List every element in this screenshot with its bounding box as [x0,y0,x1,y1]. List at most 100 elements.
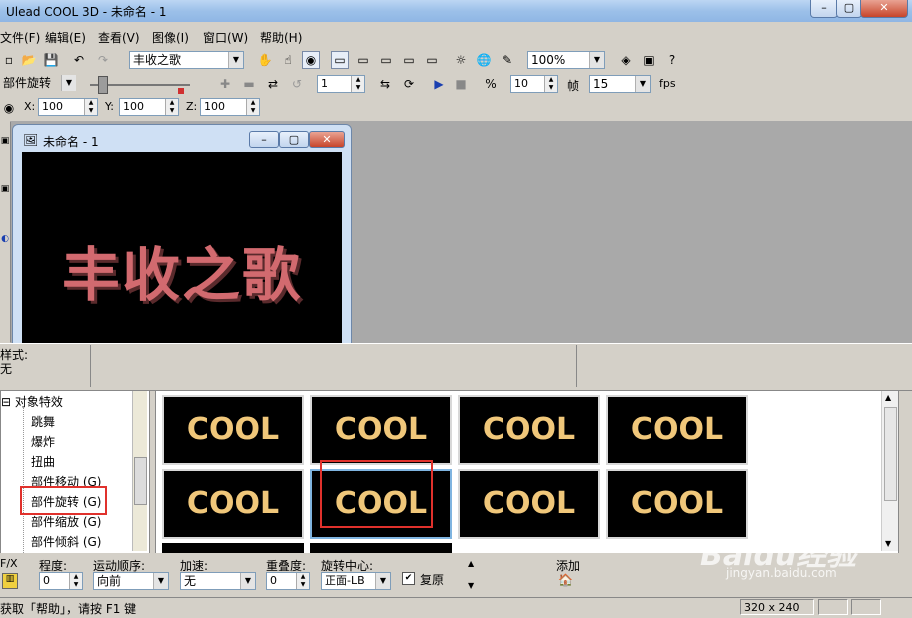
spin-arrows-icon[interactable]: ▲ ▼ [84,99,97,115]
spin-arrows-icon[interactable]: ▲ ▼ [544,76,557,92]
add-icon[interactable]: 🏠 [558,573,574,587]
object-icon[interactable]: ◈ [617,51,635,69]
target-icon[interactable]: ◉ [0,99,18,117]
bevel-4-icon[interactable]: ▭ [400,51,418,69]
open-folder-icon[interactable]: 📂 [20,51,38,69]
effect-thumbnail[interactable]: COOL [162,469,304,539]
speed-combo[interactable]: 无 ▼ [180,572,256,590]
tree-scroll-thumb[interactable] [134,457,147,505]
total-frames-spinner[interactable]: 10 ▲ ▼ [510,75,558,93]
zoom-combo[interactable]: 100% ▼ [527,51,605,69]
bevel-5-icon[interactable]: ▭ [423,51,441,69]
effect-thumbnail-partial[interactable] [310,543,452,553]
x-spinner[interactable]: 100 ▲ ▼ [38,98,98,116]
hand-rotate-icon[interactable]: ☝ [279,51,297,69]
anim-mode-combo[interactable]: 部件旋转 ▼ [0,75,76,93]
y-spinner[interactable]: 100 ▲ ▼ [119,98,179,116]
effect-thumbnail[interactable]: COOL [606,395,748,465]
edit-box-icon[interactable]: ✎ [498,51,516,69]
timeline-slider[interactable] [88,75,192,95]
redo-icon[interactable]: ↷ [94,51,112,69]
tree-item-twist[interactable]: 扭曲 [31,453,55,470]
tree-item-part-scale[interactable]: 部件缩放 (G) [31,513,101,530]
chevron-down-icon: ▼ [635,76,650,92]
z-value: 100 [204,100,225,113]
restore-checkbox[interactable]: ✔ [402,572,415,585]
save-icon[interactable]: 💾 [42,51,60,69]
menu-window[interactable]: 窗口(W) [203,29,248,46]
spin-arrows-icon[interactable]: ▲ ▼ [351,76,364,92]
add-keyframe-icon[interactable]: ✚ [216,75,234,93]
order-combo[interactable]: 向前 ▼ [93,572,169,590]
menu-file[interactable]: 文件(F) [0,29,40,46]
size-icon[interactable]: ◉ [302,51,320,69]
fx-icon[interactable]: ▥ [2,573,18,589]
close-button[interactable]: ✕ [860,0,908,18]
spin-arrows-icon[interactable]: ▲ ▼ [69,573,82,589]
fps-combo[interactable]: 15 ▼ [589,75,651,93]
effect-thumbnail-partial[interactable] [162,543,304,553]
globe-icon[interactable]: 🌐 [475,51,493,69]
center-combo[interactable]: 正面-LB ▼ [321,572,391,590]
z-label: Z: [186,100,198,113]
doc-maximize-button[interactable]: ▢ [279,131,309,148]
menu-image[interactable]: 图像(I) [152,29,189,46]
scroll-down-icon[interactable]: ▼ [885,539,891,548]
help-pointer-icon[interactable]: ? [663,51,681,69]
play-icon[interactable]: ▶ [430,75,448,93]
gallery-scrollbar[interactable]: ▲ ▼ [881,391,898,551]
new-file-icon[interactable]: ▫ [0,51,18,69]
doc-close-button[interactable]: ✕ [309,131,345,148]
effect-thumbnail[interactable]: COOL [458,395,600,465]
menu-edit[interactable]: 编辑(E) [45,29,86,46]
tree-item-part-skew[interactable]: 部件倾斜 (G) [31,533,101,550]
effect-thumbnail[interactable]: COOL [458,469,600,539]
tree-item-explode[interactable]: 爆炸 [31,433,55,450]
text-object-combo[interactable]: 丰收之歌 ▼ [129,51,244,69]
bevel-2-icon[interactable]: ▭ [354,51,372,69]
stop-icon[interactable]: ■ [452,75,470,93]
tree-root[interactable]: ⊟ 对象特效 [1,393,63,410]
degree-spinner[interactable]: 0 ▲ ▼ [39,572,83,590]
swap-icon[interactable]: ⇆ [376,75,394,93]
chevron-down-icon: ▼ [240,573,255,589]
bevel-3-icon[interactable]: ▭ [377,51,395,69]
order-value: 向前 [97,574,122,588]
chevron-down-icon: ▼ [228,52,243,68]
scroll-up-icon[interactable]: ▲ [885,393,891,402]
spin-arrows-icon[interactable]: ▲ ▼ [296,573,309,589]
effect-thumbnail[interactable]: COOL [310,395,452,465]
effects-icon[interactable]: ▣ [640,51,658,69]
light-icon[interactable]: ☼ [452,51,470,69]
hand-move-icon[interactable]: ✋ [256,51,274,69]
overlap-spinner[interactable]: 0 ▲ ▼ [266,572,310,590]
menu-help[interactable]: 帮助(H) [260,29,302,46]
spin-arrows-icon[interactable]: ▲ ▼ [165,99,178,115]
canvas-3d-text[interactable]: 丰收之歌 [22,228,342,312]
loop-icon[interactable]: ↺ [288,75,306,93]
style-value: 无 [0,362,13,376]
undo-icon[interactable]: ↶ [70,51,88,69]
effect-thumbnail[interactable]: COOL [606,469,748,539]
doc-minimize-button[interactable]: – [249,131,279,148]
gallery-scroll-thumb[interactable] [884,407,897,501]
rotate-icon[interactable]: ⟳ [400,75,418,93]
remove-keyframe-icon[interactable]: ▬ [240,75,258,93]
scroll-up-icon[interactable]: ▲ [468,559,474,568]
maximize-button[interactable]: ▢ [836,0,862,18]
menu-view[interactable]: 查看(V) [98,29,140,46]
bevel-1-icon[interactable]: ▭ [331,51,349,69]
frame-spinner[interactable]: 1 ▲ ▼ [317,75,365,93]
tree-item-dance[interactable]: 跳舞 [31,413,55,430]
document-icon: 🖼 [23,133,39,147]
z-spinner[interactable]: 100 ▲ ▼ [200,98,260,116]
spin-arrows-icon[interactable]: ▲ ▼ [246,99,259,115]
tree-scrollbar[interactable] [132,391,147,551]
scroll-down-icon[interactable]: ▼ [468,581,474,590]
effect-thumbnail[interactable]: COOL [162,395,304,465]
percent-icon[interactable]: % [482,75,500,93]
slider-thumb[interactable] [98,76,108,94]
minimize-button[interactable]: – [810,0,838,18]
reverse-icon[interactable]: ⇄ [264,75,282,93]
text-object-value: 丰收之歌 [133,53,182,67]
